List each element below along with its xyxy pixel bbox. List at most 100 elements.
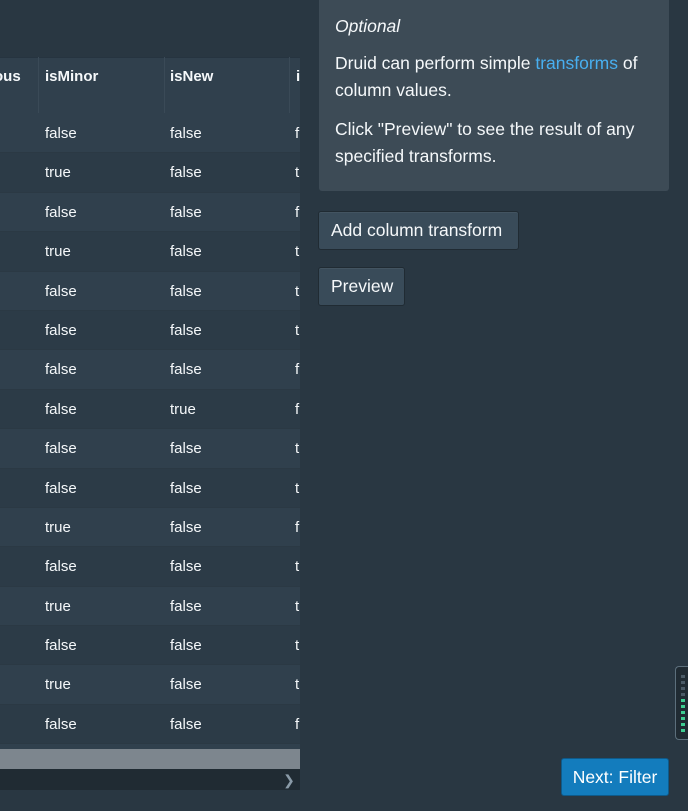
cell-isnew: false (170, 282, 202, 300)
cell-isminor: false (45, 203, 77, 221)
column-header-isnew[interactable]: isNew (170, 58, 288, 114)
callout-text: Druid can perform simple (335, 53, 536, 73)
cell-next: f (295, 518, 300, 536)
scrollbar-thumb[interactable] (0, 749, 300, 769)
cell-isminor: false (45, 440, 77, 458)
column-header-isunpatrolled[interactable]: ous (0, 58, 32, 114)
cell-isminor: true (45, 518, 71, 536)
level-bar (681, 723, 685, 726)
column-divider[interactable] (289, 57, 290, 113)
level-bar (681, 675, 685, 678)
cell-next: f (295, 400, 300, 418)
callout-preview-hint: Click "Preview" to see the result of any… (335, 119, 635, 166)
add-column-transform-button[interactable]: Add column transform (318, 211, 519, 250)
data-preview-table: ous isMinor isNew i falsefalseftruefalse… (0, 0, 300, 790)
table-row: true false t (0, 153, 300, 193)
cell-isminor: false (45, 400, 77, 418)
cell-isminor: true (45, 597, 71, 615)
cell-isminor: false (45, 558, 77, 576)
cell-next: t (295, 558, 300, 576)
table-row: false true f (0, 389, 300, 430)
cell-next: f (295, 361, 300, 379)
table-row: false false f (0, 350, 300, 390)
cell-isminor: true (45, 164, 71, 182)
cell-next: t (295, 479, 300, 497)
side-level-indicator[interactable] (675, 666, 688, 740)
cell-isnew: false (170, 243, 202, 261)
table-header: ous isMinor isNew i (0, 57, 300, 115)
table-row: false false t (0, 547, 300, 587)
transform-step-view: ous isMinor isNew i falsefalseftruefalse… (0, 0, 688, 811)
horizontal-scrollbar[interactable]: ❯ (0, 749, 300, 790)
level-bar (681, 729, 685, 732)
cell-isminor: false (45, 637, 77, 655)
cell-next: t (295, 597, 300, 615)
cell-isnew: false (170, 518, 202, 536)
table-row: true false t (0, 586, 300, 627)
cell-isnew: true (170, 400, 196, 418)
cell-next: f (295, 715, 300, 733)
next-filter-button[interactable]: Next: Filter (561, 758, 669, 796)
level-bar (681, 705, 685, 708)
cell-isnew: false (170, 164, 202, 182)
transforms-link[interactable]: transforms (535, 53, 618, 73)
table-row: false false t (0, 626, 300, 666)
cell-isnew: false (170, 558, 202, 576)
table-row: false false f (0, 704, 300, 745)
cell-isnew: false (170, 715, 202, 733)
cell-next: t (295, 440, 300, 458)
table-row: false false t (0, 271, 300, 311)
cell-isminor: false (45, 282, 77, 300)
level-bar (681, 693, 685, 696)
table-row: false false t (0, 429, 300, 469)
level-bar (681, 687, 685, 690)
column-divider[interactable] (38, 57, 39, 113)
level-bar (681, 711, 685, 714)
level-bar (681, 699, 685, 702)
level-bar (681, 681, 685, 684)
cell-isnew: false (170, 597, 202, 615)
callout-title: Optional (335, 16, 401, 36)
column-header-label: ous (0, 68, 21, 85)
cell-next: t (295, 321, 300, 339)
table-row: false false t (0, 310, 300, 351)
cell-isminor: false (45, 321, 77, 339)
info-callout: Optional Druid can perform simple transf… (319, 0, 669, 191)
table-row: true false t (0, 232, 300, 272)
cell-isnew: false (170, 440, 202, 458)
cell-isminor: true (45, 676, 71, 694)
cell-isnew: false (170, 676, 202, 694)
cell-isnew: false (170, 361, 202, 379)
scrollbar-track[interactable] (0, 769, 300, 790)
table-row: true false f (0, 507, 300, 548)
column-header-isminor[interactable]: isMinor (45, 58, 163, 114)
cell-next: f (295, 203, 300, 221)
table-body: false false f true false t false false f true fals… (0, 114, 300, 745)
table-row: false false f (0, 114, 300, 154)
cell-isnew: false (170, 203, 202, 221)
level-bar (681, 717, 685, 720)
preview-button[interactable]: Preview (318, 267, 405, 306)
cell-isnew: false (170, 479, 202, 497)
table-row: false false t (0, 468, 300, 508)
cell-isminor: true (45, 243, 71, 261)
cell-next: t (295, 676, 300, 694)
cell-next: t (295, 164, 300, 182)
cell-isnew: false (170, 125, 202, 142)
cell-isminor: false (45, 479, 77, 497)
cell-next: t (295, 243, 300, 261)
column-divider[interactable] (164, 57, 165, 113)
table-top-spacer (0, 0, 300, 57)
cell-isnew: false (170, 637, 202, 655)
column-header-next[interactable]: i (296, 58, 300, 114)
cell-next: t (295, 282, 300, 300)
cell-next: f (295, 125, 300, 142)
cell-next: t (295, 637, 300, 655)
cell-isminor: false (45, 715, 77, 733)
cell-isnew: false (170, 321, 202, 339)
callout-description: Druid can perform simple transforms of c… (335, 50, 653, 104)
cell-isminor: false (45, 361, 77, 379)
table-row: false false f (0, 192, 300, 233)
chevron-right-icon[interactable]: ❯ (282, 771, 296, 789)
cell-isminor: false (45, 125, 77, 142)
